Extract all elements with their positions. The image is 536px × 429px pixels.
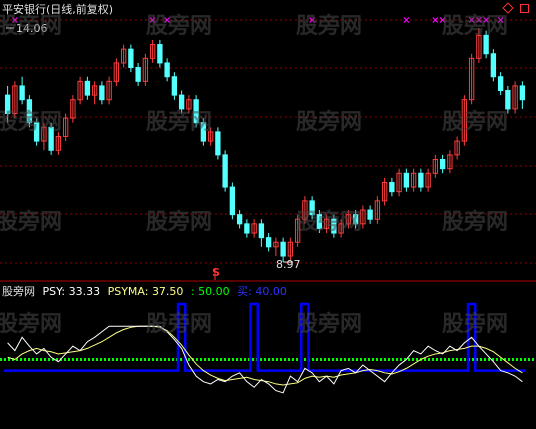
candle-body [48,126,54,151]
candle-body [200,122,207,142]
restore-icon[interactable] [502,2,514,14]
candle-body [519,85,526,101]
candle-body [483,34,489,55]
candle-body [4,94,11,115]
panel-controls[interactable] [502,2,534,14]
signal-marker [432,17,439,23]
candle-body [352,214,359,225]
candle-body [505,90,511,110]
candle-body [33,122,40,142]
candle-body [244,223,250,234]
maximize-icon[interactable] [520,4,529,13]
psyma-line [7,325,523,386]
low-price-label: 8.97 [276,258,301,271]
candle-body [280,241,286,257]
candle-body [19,85,25,101]
candle-body [497,76,504,92]
indicator-name: 股旁网 [2,285,35,298]
candle-body [418,172,424,188]
candle-body [128,48,134,69]
buy-value: 买: 40.00 [237,285,287,298]
candle-body [84,80,91,96]
candle-body [229,186,236,216]
candle-body [316,214,323,229]
signal-marker [483,17,490,23]
candle-body [331,218,337,234]
candle-body [309,200,315,216]
candle-body [99,85,105,101]
candle-body [389,181,395,193]
candle-body [157,44,163,64]
signal-marker [497,17,504,23]
candle-body [193,99,199,124]
chart-canvas[interactable] [0,0,536,425]
candle-body [171,76,178,96]
candle-body [403,172,410,188]
candle-body [164,62,170,78]
high-price-label: 14.06 [16,22,48,35]
level-50-value: : 50.00 [190,285,230,298]
candle-body [367,209,373,220]
candle-body [439,158,446,170]
candle-body [135,67,141,82]
candle-body [222,154,228,188]
sell-signal-label: S [212,266,220,279]
candle-body [490,53,497,78]
chart-title: 平安银行(日线,前复权) [2,3,114,16]
candle-body [236,214,243,225]
stock-chart[interactable]: 平安银行(日线,前复权) 14.06 8.97 S 股旁网 PSY: 33.33… [0,0,536,425]
candle-body [265,237,272,248]
psyma-value: PSYMA: 37.50 [107,285,184,298]
candle-body [258,223,265,239]
signal-marker [468,17,475,23]
candle-body [215,131,221,156]
signal-marker [403,17,410,23]
candle-body [178,94,185,110]
psy-value: PSY: 33.33 [42,285,101,298]
candle-body [26,99,33,124]
indicator-legend: 股旁网 PSY: 33.33 PSYMA: 37.50 : 50.00 买: 4… [2,285,287,298]
